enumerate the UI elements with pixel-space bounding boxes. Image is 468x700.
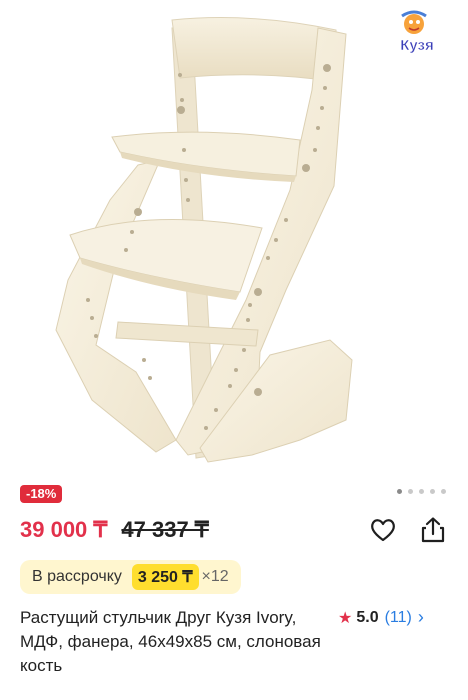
product-image-gallery[interactable]: Кузя — [0, 0, 468, 478]
rating-summary[interactable]: ★ 5.0 (11) › — [338, 607, 424, 628]
chevron-right-icon[interactable]: › — [418, 607, 424, 628]
gallery-dot[interactable] — [419, 489, 424, 494]
share-button[interactable] — [418, 515, 448, 545]
favorite-button[interactable] — [368, 515, 398, 545]
star-icon: ★ — [338, 609, 353, 627]
installment-label: В рассрочку — [32, 568, 122, 585]
brand-logo: Кузя — [392, 10, 442, 58]
rating-count[interactable]: (11) — [385, 609, 412, 627]
installment-pill[interactable]: В рассрочку 3 250 ₸ ×12 — [20, 560, 241, 594]
gallery-dot[interactable] — [408, 489, 413, 494]
installment-multiplier: ×12 — [201, 568, 229, 585]
gallery-dot[interactable] — [397, 489, 402, 494]
discount-badge: -18% — [20, 485, 63, 503]
gallery-pagination[interactable] — [397, 489, 446, 494]
product-title: Растущий стульчик Друг Кузя Ivory, МДФ, … — [20, 608, 321, 675]
share-icon — [421, 517, 445, 543]
chair-image — [55, 17, 353, 463]
price-row: 39 000 ₸ 47 337 ₸ — [20, 517, 209, 543]
rating-value: 5.0 — [356, 608, 379, 626]
gallery-dot[interactable] — [441, 489, 446, 494]
old-price: 47 337 ₸ — [121, 517, 209, 542]
heart-icon — [371, 519, 395, 542]
installment-amount: 3 250 ₸ — [131, 564, 199, 590]
brand-logo-text: Кузя — [400, 37, 434, 54]
current-price: 39 000 ₸ — [20, 517, 108, 542]
gallery-dot[interactable] — [430, 489, 435, 494]
